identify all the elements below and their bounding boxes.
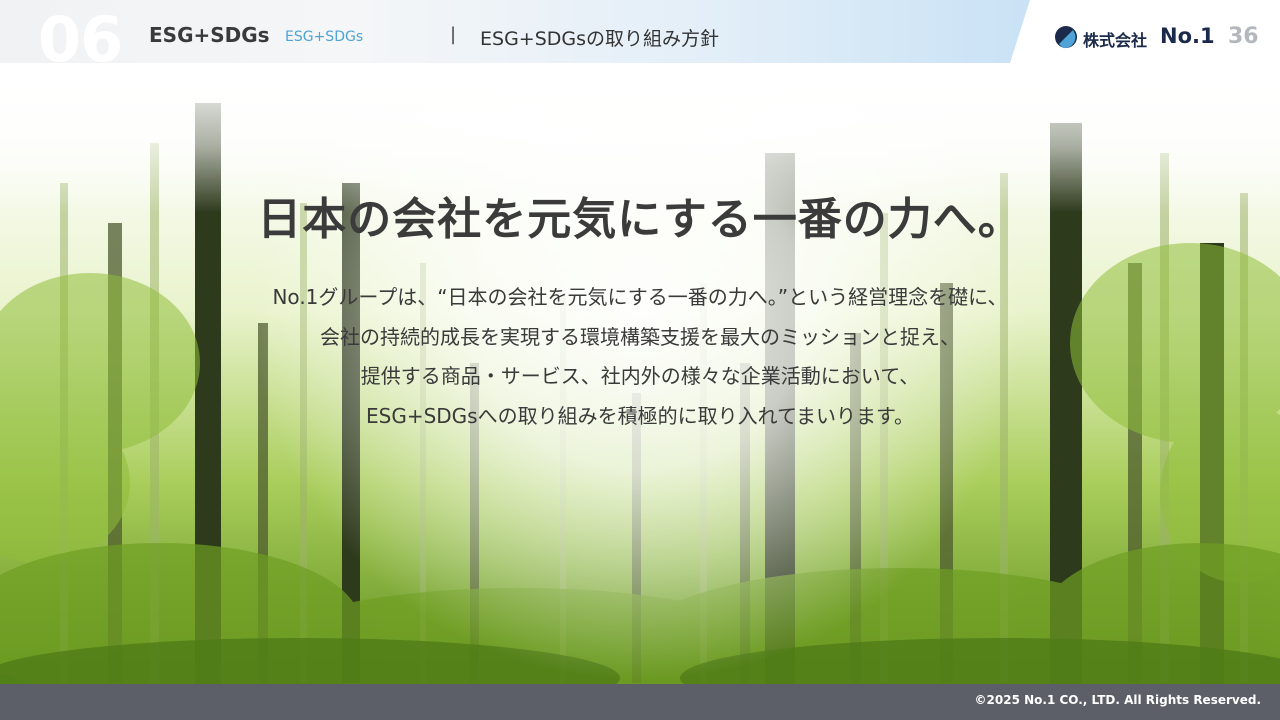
body-line: 会社の持続的成長を実現する環境構築支援を最大のミッションと捉え、 <box>320 324 960 349</box>
page-number: 36 <box>1228 24 1259 49</box>
footer: ©2025 No.1 CO., LTD. All Rights Reserved… <box>0 684 1280 720</box>
company-logo-icon <box>1055 26 1077 49</box>
headline: 日本の会社を元気にする一番の力へ。 <box>257 194 1023 245</box>
section-subtitle: ESG+SDGs <box>285 29 364 45</box>
section-number: 06 <box>38 3 123 76</box>
heading-separator: | <box>450 24 457 45</box>
section-title: ESG+SDGs <box>149 23 270 47</box>
page-heading: ESG+SDGsの取り組み方針 <box>480 28 720 50</box>
copyright: ©2025 No.1 CO., LTD. All Rights Reserved… <box>974 693 1261 707</box>
company-name: 株式会社 <box>1083 31 1148 50</box>
body-line: No.1グループは、“日本の会社を元気にする一番の力へ。”という経営理念を礎に、 <box>272 285 1008 309</box>
body-line: ESG+SDGsへの取り組みを積極的に取り入れてまいります。 <box>365 403 914 428</box>
company-name-suffix: No.1 <box>1160 24 1215 48</box>
body-text: No.1グループは、“日本の会社を元気にする一番の力へ。”という経営理念を礎に、… <box>0 278 1280 436</box>
body-line: 提供する商品・サービス、社内外の様々な企業活動において、 <box>360 364 920 388</box>
header: 06 ESG+SDGs ESG+SDGs | ESG+SDGsの取り組み方針 株… <box>0 0 1280 76</box>
